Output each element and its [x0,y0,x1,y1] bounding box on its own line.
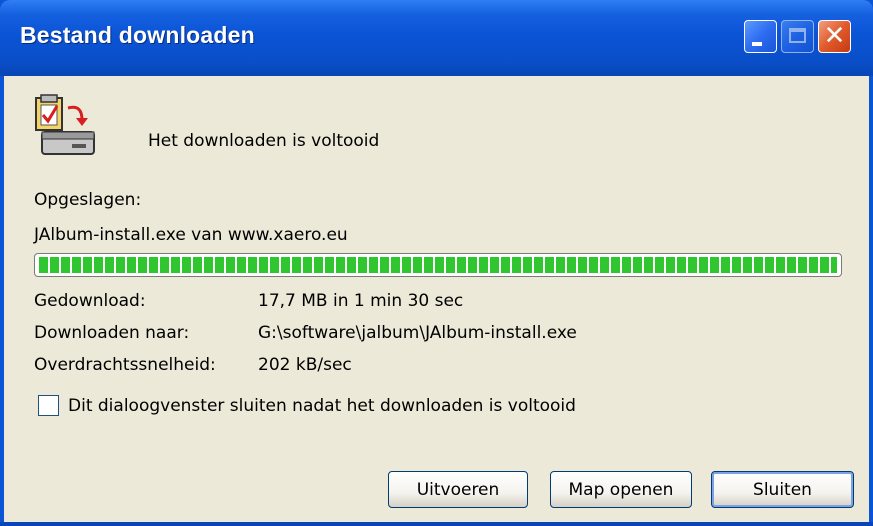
minimize-button[interactable] [744,20,777,53]
saved-file-description: JAlbum-install.exe van www.xaero.eu [34,225,348,245]
close-when-done-label[interactable]: Dit dialoogvenster sluiten nadat het dow… [68,396,576,416]
open-folder-button[interactable]: Map openen [550,471,692,508]
downloaded-label: Gedownload: [34,291,146,311]
transfer-rate-label: Overdrachtssnelheid: [34,355,216,375]
download-dialog: Bestand downloaden ✕ Het downloaden is v… [0,0,873,526]
close-when-done-checkbox[interactable] [38,395,59,416]
download-progress-bar [34,253,842,277]
run-button[interactable]: Uitvoeren [388,471,528,508]
close-button[interactable]: Sluiten [711,471,854,508]
destination-label: Downloaden naar: [34,323,190,343]
destination-value: G:\software\jalbum\JAlbum-install.exe [258,323,577,343]
progress-fill [39,257,837,273]
window-frame-right [869,76,873,526]
transfer-rate-value: 202 kB/sec [258,355,352,375]
minimize-icon [752,42,762,46]
download-complete-icon [35,94,95,155]
title-bar[interactable]: Bestand downloaden ✕ [0,0,873,76]
downloaded-value: 17,7 MB in 1 min 30 sec [258,291,464,311]
maximize-icon [789,28,806,43]
maximize-button [781,20,814,53]
saved-label: Opgeslagen: [34,190,142,210]
download-status-text: Het downloaden is voltooid [148,131,380,151]
close-window-button[interactable]: ✕ [818,20,851,53]
window-title: Bestand downloaden [20,22,255,48]
close-icon: ✕ [823,21,846,51]
window-frame-bottom [0,522,873,526]
